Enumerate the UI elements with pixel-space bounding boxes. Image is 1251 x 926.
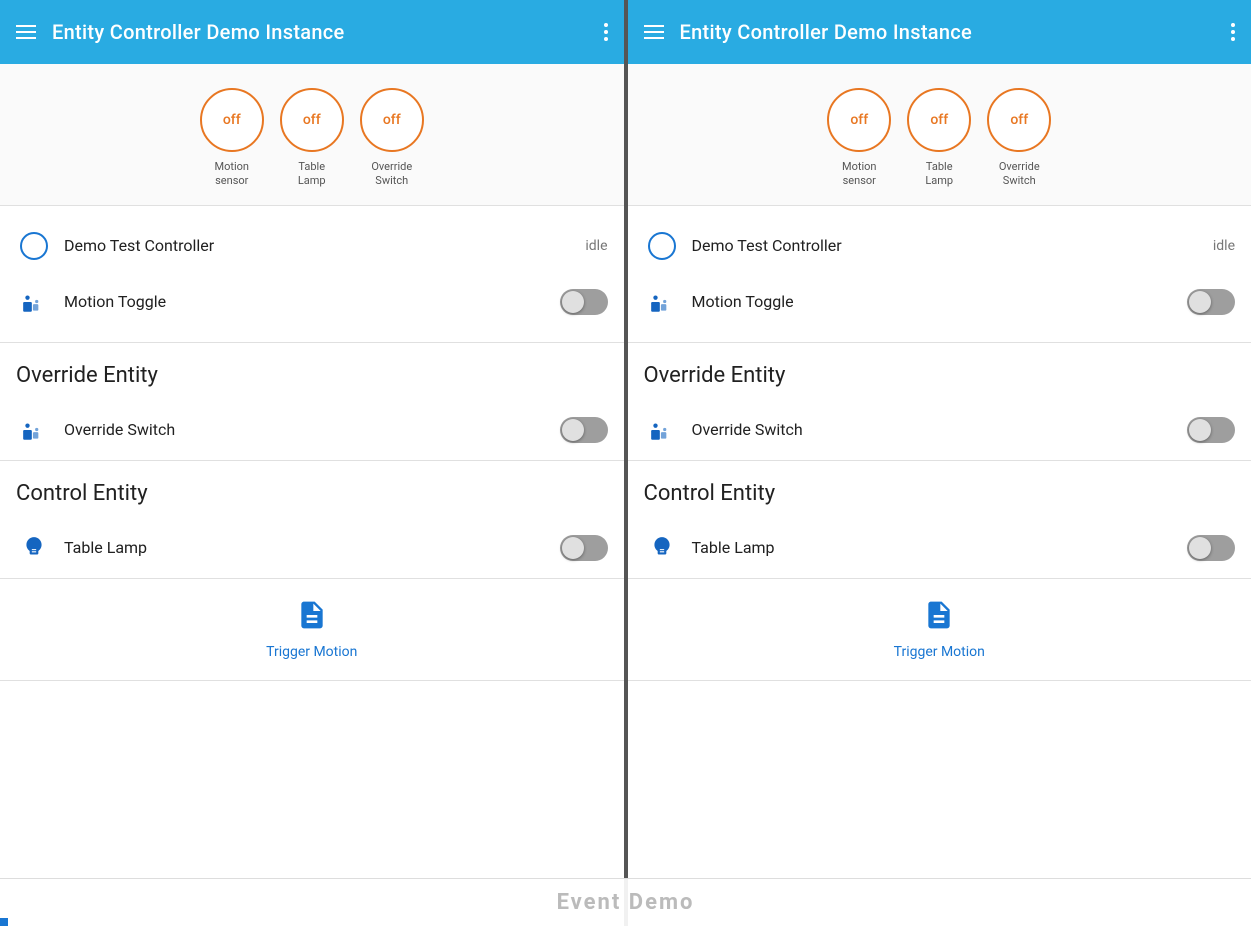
left-status-override[interactable]: off OverrideSwitch — [360, 88, 424, 189]
right-controller-row: Demo Test Controller idle — [644, 218, 1236, 274]
right-trigger-icon — [923, 599, 955, 638]
right-motion-toggle-row: Motion Toggle — [644, 274, 1236, 330]
right-circle-icon — [648, 232, 676, 260]
main-container: Entity Controller Demo Instance off Moti… — [0, 0, 1251, 926]
left-override-label: Override Switch — [64, 420, 560, 439]
right-label-lamp: TableLamp — [925, 160, 953, 189]
left-bulb-svg-icon — [21, 535, 47, 561]
left-override-section: Override Entity Override Switch — [0, 343, 624, 461]
left-circle-lamp: off — [280, 88, 344, 152]
right-trigger-svg — [923, 599, 955, 631]
left-controller-row: Demo Test Controller idle — [16, 218, 608, 274]
left-override-svg-icon — [21, 417, 47, 443]
left-override-icon — [16, 412, 52, 448]
right-controller-icon — [644, 228, 680, 264]
left-controller-status: idle — [585, 238, 607, 254]
right-status-lamp[interactable]: off TableLamp — [907, 88, 971, 189]
left-lamp-label: Table Lamp — [64, 538, 560, 557]
left-control-header: Control Entity — [0, 461, 624, 518]
left-motion-toggle-label: Motion Toggle — [64, 292, 560, 311]
right-controller-status: idle — [1213, 238, 1235, 254]
left-trigger-label: Trigger Motion — [266, 644, 357, 660]
right-control-section: Control Entity Table Lamp — [628, 461, 1251, 579]
left-circle-icon — [20, 232, 48, 260]
left-lamp-icon — [16, 530, 52, 566]
right-motion-toggle-switch[interactable] — [1187, 289, 1235, 315]
right-more-icon[interactable] — [1231, 23, 1235, 41]
left-circle-override: off — [360, 88, 424, 152]
right-header-title: Entity Controller Demo Instance — [680, 20, 1232, 44]
right-status-override[interactable]: off OverrideSwitch — [987, 88, 1051, 189]
left-controller-icon — [16, 228, 52, 264]
left-status-area: off Motionsensor off TableLamp off Overr… — [0, 64, 624, 206]
right-control-header: Control Entity — [628, 461, 1251, 518]
right-circle-override: off — [987, 88, 1051, 152]
left-menu-icon[interactable] — [16, 25, 36, 39]
right-motion-toggle-label: Motion Toggle — [692, 292, 1188, 311]
left-header: Entity Controller Demo Instance — [0, 0, 624, 64]
right-menu-icon[interactable] — [644, 25, 664, 39]
right-override-label: Override Switch — [692, 420, 1188, 439]
left-motion-svg-icon — [21, 289, 47, 315]
right-panel: Entity Controller Demo Instance off Moti… — [628, 0, 1251, 926]
left-override-header: Override Entity — [0, 343, 624, 400]
right-label-motion: Motionsensor — [842, 160, 877, 189]
right-override-section: Override Entity Override Switch — [628, 343, 1251, 461]
bottom-bar: Event Demo — [0, 878, 1251, 926]
right-override-toggle[interactable] — [1187, 417, 1235, 443]
right-motion-svg-icon — [649, 289, 675, 315]
left-control-section: Control Entity Table Lamp — [0, 461, 624, 579]
right-override-header: Override Entity — [628, 343, 1251, 400]
right-trigger-area[interactable]: Trigger Motion — [628, 579, 1251, 681]
right-override-svg-icon — [649, 417, 675, 443]
left-panel: Entity Controller Demo Instance off Moti… — [0, 0, 624, 926]
right-circle-motion: off — [827, 88, 891, 152]
bottom-accent — [0, 918, 8, 926]
left-trigger-area[interactable]: Trigger Motion — [0, 579, 624, 681]
right-status-motion[interactable]: off Motionsensor — [827, 88, 891, 189]
left-more-icon[interactable] — [604, 23, 608, 41]
left-label-motion: Motionsensor — [215, 160, 250, 189]
right-status-area: off Motionsensor off TableLamp off Overr… — [628, 64, 1251, 206]
right-trigger-label: Trigger Motion — [894, 644, 985, 660]
right-override-icon — [644, 412, 680, 448]
left-trigger-icon — [296, 599, 328, 638]
right-circle-lamp: off — [907, 88, 971, 152]
right-lamp-label: Table Lamp — [692, 538, 1188, 557]
right-label-override: OverrideSwitch — [999, 160, 1040, 189]
left-status-motion[interactable]: off Motionsensor — [200, 88, 264, 189]
right-lamp-icon — [644, 530, 680, 566]
right-override-row: Override Switch — [628, 400, 1251, 460]
left-lamp-row: Table Lamp — [0, 518, 624, 578]
left-controller-name: Demo Test Controller — [64, 236, 585, 255]
right-header: Entity Controller Demo Instance — [628, 0, 1251, 64]
left-override-row: Override Switch — [0, 400, 624, 460]
left-trigger-svg — [296, 599, 328, 631]
left-circle-motion: off — [200, 88, 264, 152]
left-status-lamp[interactable]: off TableLamp — [280, 88, 344, 189]
left-override-toggle[interactable] — [560, 417, 608, 443]
right-motion-toggle-icon — [644, 284, 680, 320]
left-controller-section: Demo Test Controller idle Motion Toggle — [0, 206, 624, 343]
left-header-title: Entity Controller Demo Instance — [52, 20, 604, 44]
right-controller-name: Demo Test Controller — [692, 236, 1213, 255]
left-motion-toggle-icon — [16, 284, 52, 320]
left-motion-toggle-switch[interactable] — [560, 289, 608, 315]
right-bulb-svg-icon — [649, 535, 675, 561]
bottom-bar-text: Event Demo — [557, 890, 695, 915]
right-controller-section: Demo Test Controller idle Motion Toggle — [628, 206, 1251, 343]
left-lamp-toggle[interactable] — [560, 535, 608, 561]
left-label-override: OverrideSwitch — [371, 160, 412, 189]
right-lamp-row: Table Lamp — [628, 518, 1251, 578]
left-motion-toggle-row: Motion Toggle — [16, 274, 608, 330]
right-lamp-toggle[interactable] — [1187, 535, 1235, 561]
left-label-lamp: TableLamp — [298, 160, 326, 189]
